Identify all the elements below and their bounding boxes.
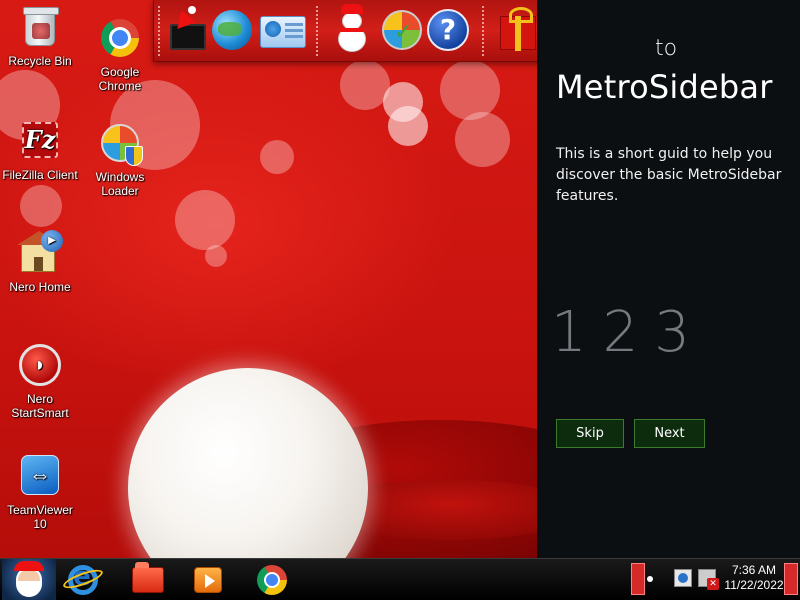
taskbar-file-explorer[interactable] [128, 562, 168, 597]
bokeh-light [260, 140, 294, 174]
clock-time[interactable]: 7:36 AM [724, 563, 784, 577]
dock-network[interactable] [208, 6, 256, 56]
dock-gift[interactable] [494, 6, 542, 56]
desktop-icon-label: Windows Loader [95, 170, 145, 198]
help-icon: ? [427, 9, 469, 51]
windows-update-icon [382, 10, 422, 50]
desktop-icon-label: Google Chrome [98, 65, 142, 93]
step-indicator: 123 [551, 300, 706, 365]
bokeh-light [455, 112, 510, 167]
play-badge-icon: ▶ [41, 230, 63, 252]
desktop-icon-google-chrome[interactable]: Google Chrome [80, 15, 160, 93]
dock-control-panel[interactable] [258, 6, 306, 56]
action-center-icon[interactable] [674, 569, 692, 587]
clock-date[interactable]: 11/22/2022 [720, 578, 788, 592]
welcome-to-text: to [655, 36, 678, 61]
next-button[interactable]: Next [634, 419, 705, 448]
control-panel-icon [260, 16, 306, 48]
sidebar-title: MetroSidebar [556, 68, 773, 106]
desktop-icon-windows-loader[interactable]: Windows Loader [80, 120, 160, 198]
recycle-bin-icon [23, 7, 59, 46]
bokeh-light [175, 190, 235, 250]
bokeh-light [388, 106, 428, 146]
nero-startsmart-icon: ◗ [19, 344, 61, 386]
dock-separator [158, 6, 160, 56]
dock-snowman[interactable] [328, 4, 376, 56]
file-explorer-icon [132, 562, 164, 593]
desktop-icon-label: Recycle Bin [8, 54, 72, 68]
sidebar-description: This is a short guid to help you discove… [556, 146, 782, 204]
chrome-icon [257, 565, 287, 595]
computer-santa-hat-icon [170, 6, 206, 50]
desktop-icon-nero-home[interactable]: ▶ Nero Home [0, 230, 80, 294]
desktop-icon-nero-startsmart[interactable]: ◗ Nero StartSmart [0, 342, 80, 420]
skip-button[interactable]: Skip [556, 419, 624, 448]
media-player-icon [194, 567, 222, 593]
bokeh-light [20, 185, 62, 227]
network-globe-icon [212, 10, 252, 50]
uac-shield-icon [125, 146, 143, 166]
taskbar-internet-explorer[interactable] [61, 562, 105, 597]
desktop-icon-label: Nero Home [9, 280, 71, 294]
desktop-icon-label: FileZilla Client [2, 168, 78, 182]
teamviewer-icon [21, 455, 59, 495]
taskbar [0, 558, 800, 600]
dock-separator [316, 6, 318, 56]
desktop-icon-label: TeamViewer 10 [7, 503, 73, 531]
bokeh-light [440, 60, 500, 120]
dock-help[interactable]: ? [424, 6, 472, 56]
desktop-icon-recycle-bin[interactable]: Recycle Bin [0, 4, 80, 68]
dock-windows-update[interactable] [378, 6, 426, 56]
bokeh-light [205, 245, 227, 267]
windows-loader-icon [101, 124, 143, 166]
desktop-icon-teamviewer[interactable]: TeamViewer 10 [0, 453, 80, 531]
desktop-icon-label: Nero StartSmart [11, 392, 69, 420]
filezilla-icon: Fz [22, 122, 58, 158]
dock-computer[interactable] [164, 6, 212, 56]
step-2[interactable]: 2 [603, 300, 643, 365]
step-1[interactable]: 1 [551, 300, 591, 365]
taskbar-media-player[interactable] [188, 563, 228, 597]
step-3[interactable]: 3 [654, 300, 694, 365]
network-disconnected-icon[interactable] [698, 569, 719, 590]
metro-sidebar-panel: to MetroSidebar This is a short guid to … [537, 0, 800, 558]
dock-separator [482, 6, 484, 56]
desktop-icon-filezilla[interactable]: Fz FileZilla Client [0, 118, 80, 182]
santa-hat-pompom [128, 368, 368, 558]
start-button[interactable] [2, 559, 56, 600]
chrome-icon [101, 19, 139, 57]
tray-indicator-dot [647, 576, 653, 582]
sidebar-toggle-handle[interactable] [631, 563, 645, 595]
taskbar-chrome[interactable] [252, 563, 292, 597]
gift-icon [500, 7, 536, 51]
